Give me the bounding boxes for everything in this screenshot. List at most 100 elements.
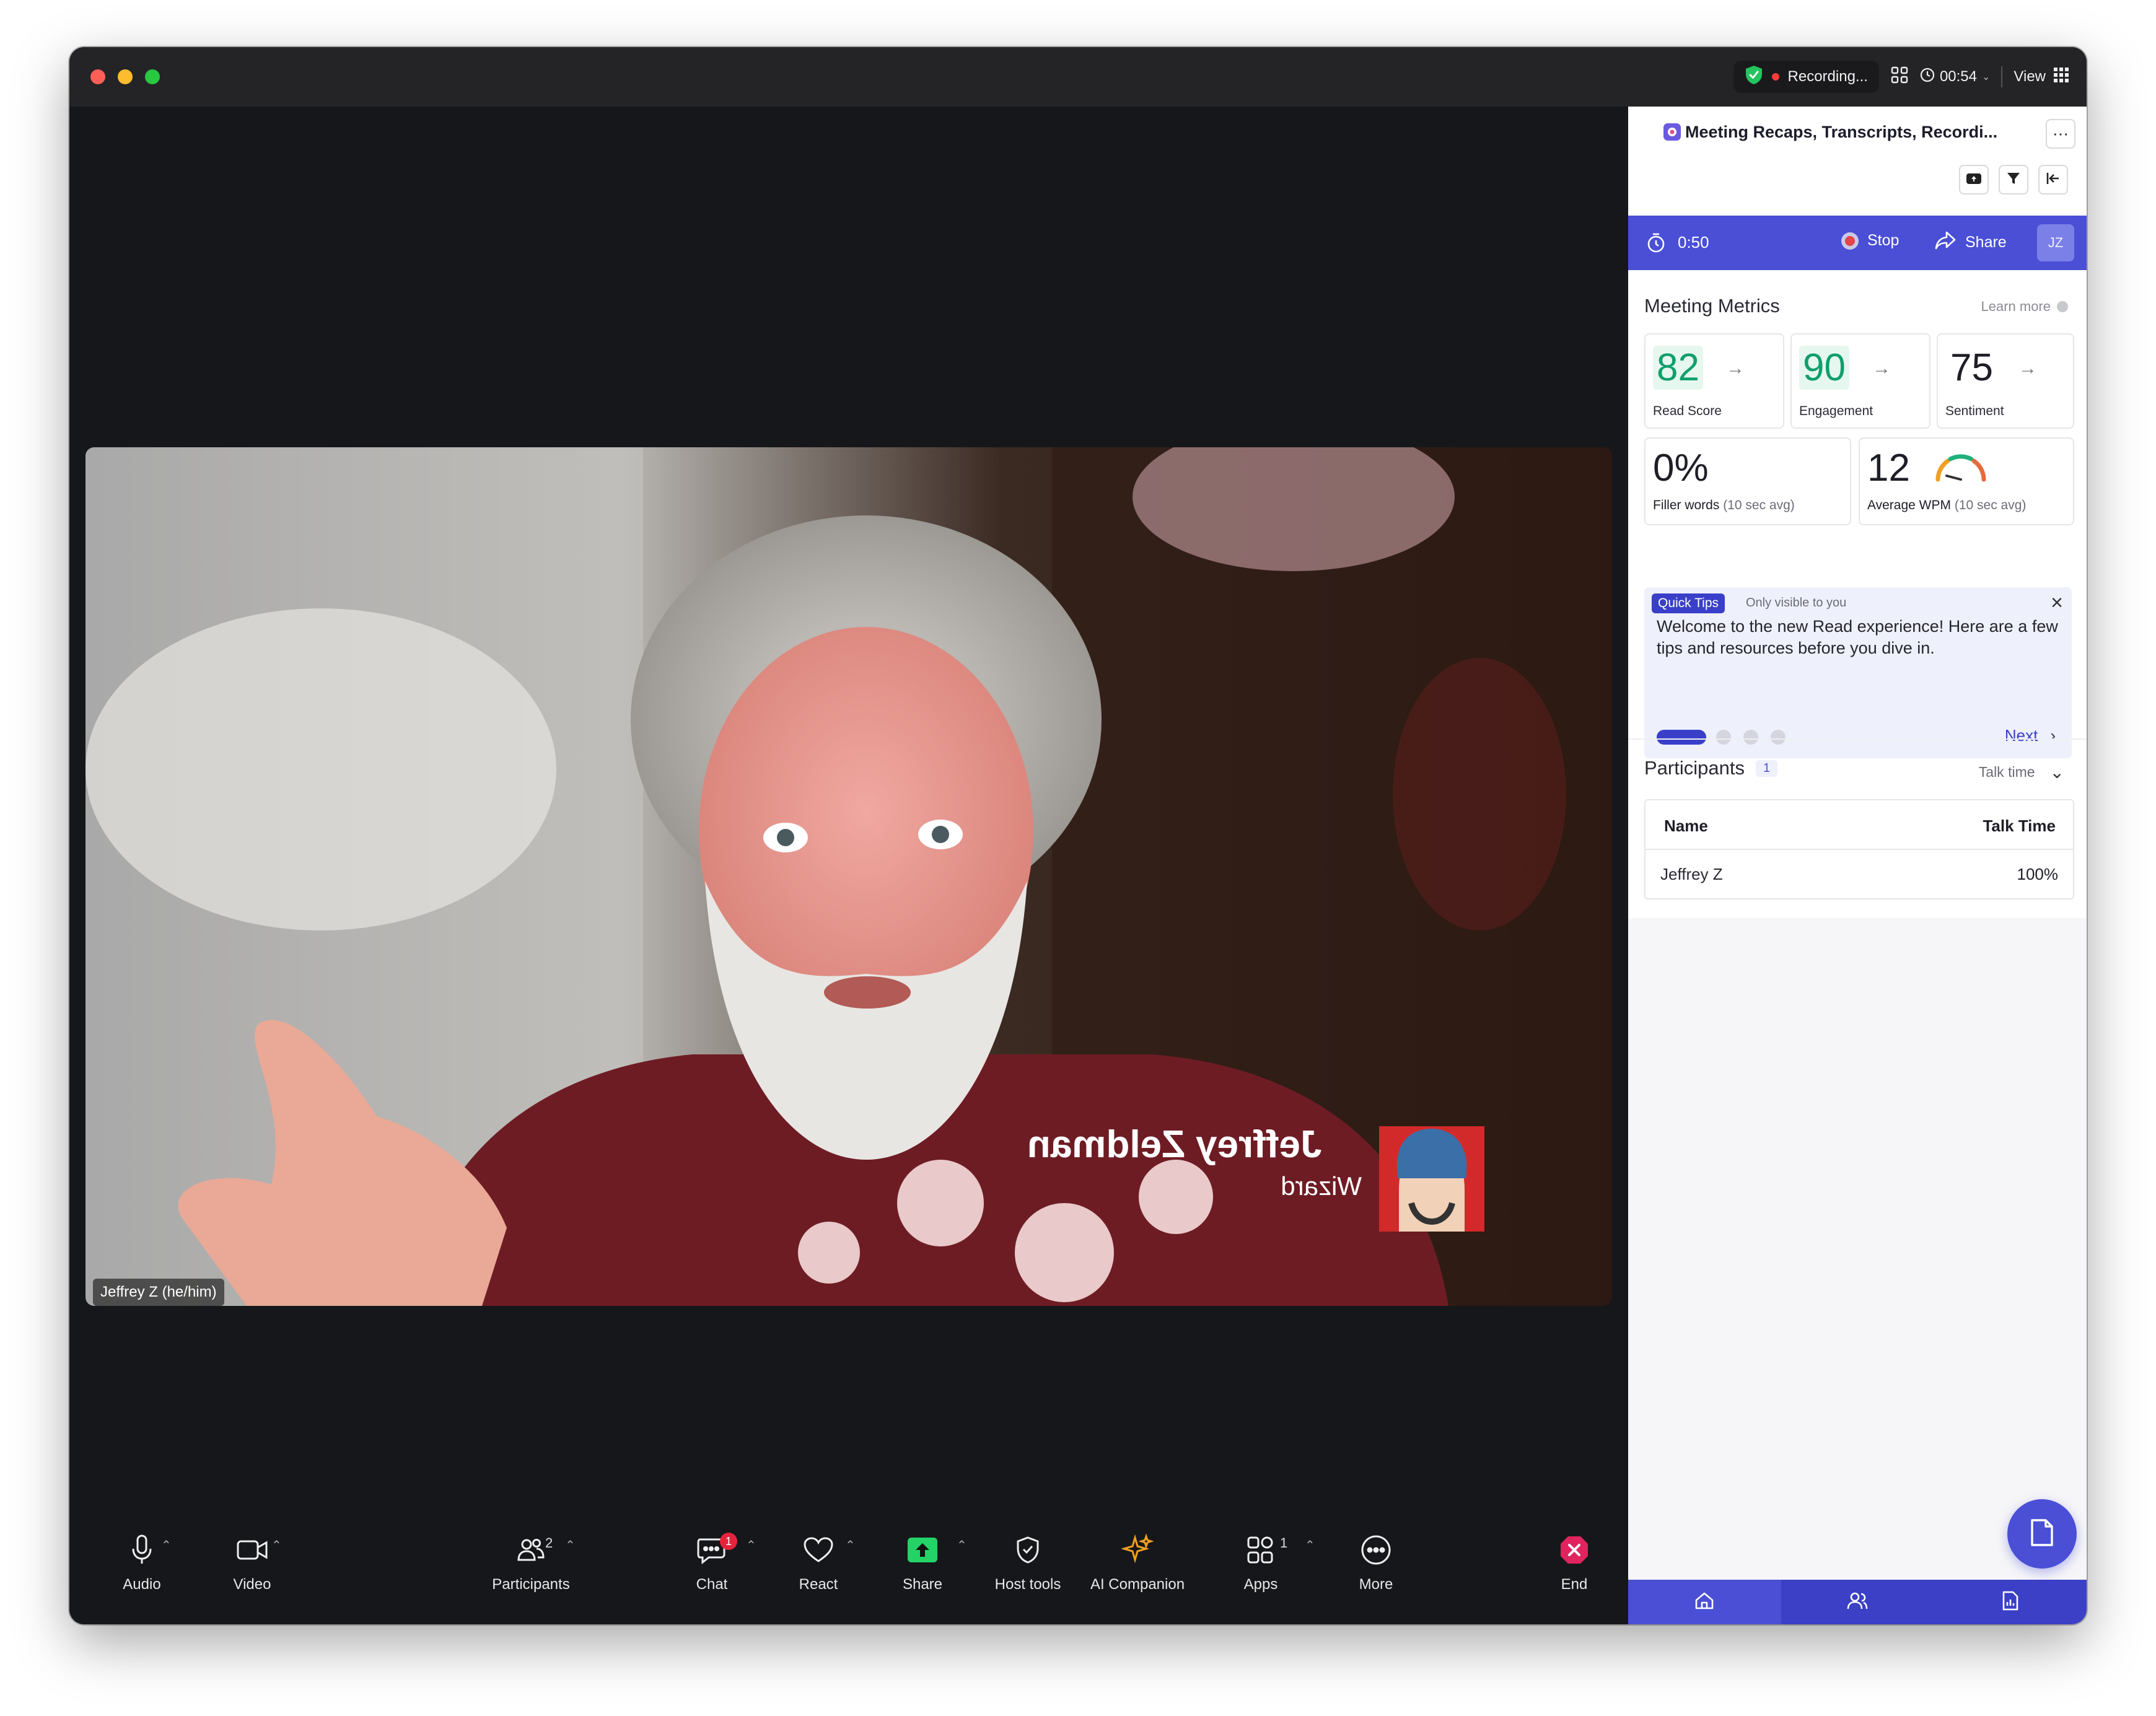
- sort-label: Talk time: [1978, 764, 2035, 780]
- ai-companion-button[interactable]: AI Companion: [1076, 1530, 1199, 1604]
- close-window-button[interactable]: [90, 69, 105, 84]
- stop-recording-button[interactable]: Stop: [1841, 232, 1899, 250]
- learn-more-link[interactable]: Learn more: [1981, 299, 2068, 315]
- read-ai-panel: Meeting Recaps, Transcripts, Recordi... …: [1628, 107, 2087, 1624]
- sentiment-card[interactable]: 75 → Sentiment: [1937, 333, 2074, 429]
- minimize-window-button[interactable]: [118, 69, 133, 84]
- engagement-label: Engagement: [1799, 404, 1873, 418]
- apps-icon: [1246, 1535, 1276, 1569]
- table-row[interactable]: Jeffrey Z 100%: [1645, 850, 2073, 897]
- chevron-right-icon: ›: [2050, 726, 2056, 745]
- more-button[interactable]: More: [1323, 1530, 1429, 1604]
- share-arrow-icon: [1934, 230, 1957, 255]
- panel-more-button[interactable]: ⋯: [2046, 119, 2075, 149]
- participants-options-caret-icon[interactable]: ⌃: [565, 1538, 576, 1553]
- end-meeting-button[interactable]: End: [1522, 1530, 1627, 1604]
- home-icon: [1694, 1591, 1714, 1613]
- pager-dot[interactable]: [1771, 730, 1786, 745]
- pager-dot[interactable]: [1716, 730, 1731, 745]
- microphone-icon: [129, 1534, 154, 1570]
- wpm-value: 12: [1867, 447, 1910, 489]
- wpm-card: 12 Average WPM (10 sec avg): [1859, 437, 2074, 525]
- react-options-caret-icon[interactable]: ⌃: [845, 1538, 856, 1553]
- chat-label: Chat: [696, 1576, 728, 1593]
- filter-button[interactable]: [1999, 165, 2028, 195]
- recording-status[interactable]: Recording...: [1733, 61, 1879, 93]
- heart-icon: [803, 1536, 834, 1568]
- engagement-card[interactable]: 90 → Engagement: [1790, 333, 1930, 429]
- pager-dot-active[interactable]: [1657, 730, 1706, 745]
- talk-time-sort[interactable]: Talk time ⌄: [1979, 762, 2064, 782]
- ellipsis-icon: ⋯: [2053, 125, 2069, 143]
- nav-home[interactable]: [1628, 1580, 1781, 1624]
- chevron-down-icon: ⌄: [2049, 763, 2064, 782]
- chevron-down-icon: ⌄: [1982, 72, 1991, 82]
- read-score-label: Read Score: [1653, 404, 1722, 418]
- filler-words-label: Filler words: [1653, 498, 1720, 512]
- participant-video[interactable]: Jeffrey Zeldman Wizard Jeffrey Z (he/him…: [85, 447, 1612, 1306]
- host-tools-label: Host tools: [994, 1576, 1061, 1593]
- user-avatar[interactable]: JZ: [2037, 224, 2074, 261]
- audio-button[interactable]: Audio: [89, 1530, 195, 1604]
- overlay-role: Wizard: [1281, 1171, 1362, 1201]
- recording-timer: 0:50: [1678, 233, 1709, 252]
- video-options-caret-icon[interactable]: ⌃: [271, 1538, 282, 1553]
- grid-icon: [2053, 67, 2069, 87]
- quick-tips-badge: Quick Tips: [1652, 593, 1725, 613]
- participant-name-tag: Jeffrey Z (he/him): [93, 1279, 224, 1306]
- participants-title: Participants 1: [1644, 757, 1778, 779]
- read-score-card[interactable]: 82 → Read Score: [1644, 333, 1784, 429]
- share-options-caret-icon[interactable]: ⌃: [957, 1538, 967, 1553]
- sentiment-label: Sentiment: [1945, 404, 2004, 418]
- grid-layout-icon[interactable]: [1890, 66, 1909, 89]
- apps-options-caret-icon[interactable]: ⌃: [1305, 1538, 1315, 1553]
- participants-count: 2: [545, 1535, 553, 1551]
- stopwatch-icon: [1647, 233, 1665, 257]
- more-label: More: [1359, 1576, 1393, 1593]
- participants-heading: Participants: [1644, 757, 1745, 779]
- col-talk-time[interactable]: Talk Time: [1983, 816, 2056, 836]
- quick-tips-card: Quick Tips Only visible to you × Welcome…: [1644, 587, 2072, 758]
- filter-icon: [2006, 171, 2021, 189]
- pager-dot[interactable]: [1743, 730, 1758, 745]
- filler-words-value: 0%: [1653, 447, 1709, 489]
- nav-reports[interactable]: [1934, 1580, 2087, 1624]
- notes-fab-button[interactable]: [2007, 1499, 2077, 1569]
- filler-words-card: 0% Filler words (10 sec avg): [1644, 437, 1851, 525]
- audio-options-caret-icon[interactable]: ⌃: [161, 1538, 172, 1553]
- video-button[interactable]: Video: [199, 1530, 305, 1604]
- sentiment-value: 75: [1950, 346, 1993, 389]
- meeting-timer[interactable]: 00:54 ⌄: [1920, 68, 1990, 87]
- share-recap-button[interactable]: Share: [1934, 230, 2007, 255]
- apps-button[interactable]: Apps: [1208, 1530, 1313, 1604]
- record-dot-icon: [1841, 232, 1859, 250]
- apps-count: 1: [1280, 1535, 1288, 1551]
- next-tip-button[interactable]: Next ›: [2005, 726, 2056, 745]
- video-frame-image: [85, 447, 1612, 1306]
- info-icon: [2057, 301, 2068, 312]
- collapse-panel-button[interactable]: [2038, 165, 2068, 195]
- divider: [1628, 738, 2087, 740]
- nav-participants[interactable]: [1781, 1580, 1934, 1624]
- title-bar: Recording... 00:54 ⌄ View: [69, 47, 2087, 107]
- participants-label: Participants: [492, 1576, 570, 1593]
- recording-dot-icon: [1771, 73, 1779, 81]
- video-camera-icon: [236, 1539, 268, 1565]
- col-name[interactable]: Name: [1664, 816, 1708, 836]
- user-initials: JZ: [2048, 235, 2064, 250]
- close-icon[interactable]: ×: [2051, 591, 2063, 615]
- arrow-right-icon: →: [2018, 358, 2037, 379]
- popout-button[interactable]: [1959, 165, 1989, 195]
- audio-label: Audio: [123, 1576, 161, 1593]
- host-tools-button[interactable]: Host tools: [975, 1530, 1080, 1604]
- share-screen-icon: [907, 1537, 938, 1567]
- react-label: React: [799, 1576, 838, 1593]
- stop-label: Stop: [1867, 232, 1900, 249]
- view-button[interactable]: View: [2014, 67, 2069, 87]
- maximize-window-button[interactable]: [145, 69, 160, 84]
- chat-options-caret-icon[interactable]: ⌃: [746, 1538, 756, 1553]
- recording-control-bar: 0:50 Stop Share JZ: [1628, 216, 2087, 270]
- timer-text: 00:54: [1939, 68, 1977, 85]
- arrow-left-bar-icon: [2046, 171, 2061, 189]
- share-label: Share: [902, 1576, 943, 1593]
